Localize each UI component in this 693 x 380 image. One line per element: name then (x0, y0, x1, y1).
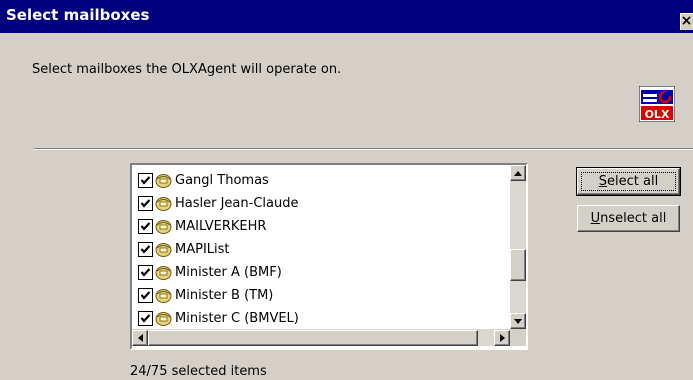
mailbox-checkbox[interactable] (138, 242, 153, 257)
mailbox-label: MAILVERKEHR (175, 219, 267, 234)
mailbox-label: Hasler Jean-Claude (175, 196, 299, 211)
list-item[interactable]: Minister C (BMVEL) (136, 307, 508, 330)
mailbox-list[interactable]: Gangl Thomas Hasler Jean-Claude MAILVERKEH… (130, 163, 528, 350)
mailbox-icon (155, 196, 172, 212)
scroll-down-button[interactable] (510, 313, 526, 329)
list-item[interactable]: Minister B (TM) (136, 284, 508, 307)
mailbox-checkbox[interactable] (138, 311, 153, 326)
mailbox-label: Gangl Thomas (175, 173, 269, 188)
window-title: Select mailboxes (6, 6, 150, 24)
list-item[interactable]: Hasler Jean-Claude (136, 192, 508, 215)
logo-text: OLX (645, 108, 670, 121)
arrow-left-icon (137, 334, 143, 342)
mailbox-label: Minister C (BMVEL) (175, 311, 299, 326)
scroll-right-button[interactable] (494, 330, 510, 346)
mailbox-checkbox[interactable] (138, 196, 153, 211)
mailbox-label: MAPIList (175, 242, 230, 257)
mailbox-label: Minister B (TM) (175, 288, 274, 303)
scrollbar-corner (510, 329, 526, 346)
mailbox-icon (155, 265, 172, 281)
arrow-right-icon (499, 334, 505, 342)
mailbox-icon (155, 242, 172, 258)
mailbox-items: Gangl Thomas Hasler Jean-Claude MAILVERKEH… (136, 169, 508, 330)
mailbox-icon (155, 173, 172, 189)
select-all-button[interactable]: Select all (576, 167, 681, 196)
unselect-all-button[interactable]: Unselect all (577, 205, 680, 232)
close-icon: × (680, 13, 693, 29)
mailbox-icon (155, 288, 172, 304)
horizontal-scrollbar[interactable] (132, 329, 510, 346)
selection-count: 24/75 selected items (130, 364, 267, 379)
arrow-down-icon (514, 318, 522, 324)
olx-logo-icon: OLX (638, 85, 676, 123)
mailbox-icon (155, 311, 172, 327)
unselect-all-label: nselect all (600, 211, 667, 226)
scroll-left-button[interactable] (132, 330, 148, 346)
mailbox-checkbox[interactable] (138, 288, 153, 303)
vertical-scroll-thumb[interactable] (510, 249, 526, 281)
mailbox-checkbox[interactable] (138, 173, 153, 188)
mailbox-icon (155, 219, 172, 235)
select-all-mnemonic: S (598, 174, 608, 189)
list-item[interactable]: Minister A (BMF) (136, 261, 508, 284)
list-item[interactable]: Gangl Thomas (136, 169, 508, 192)
mailbox-label: Minister A (BMF) (175, 265, 282, 280)
mailbox-checkbox[interactable] (138, 265, 153, 280)
mailbox-checkbox[interactable] (138, 219, 153, 234)
list-item[interactable]: MAILVERKEHR (136, 215, 508, 238)
list-item[interactable]: MAPIList (136, 238, 508, 261)
select-all-label: elect all (607, 174, 659, 189)
scroll-up-button[interactable] (510, 165, 526, 181)
separator (34, 148, 693, 150)
prompt-text: Select mailboxes the OLXAgent will opera… (32, 62, 342, 77)
horizontal-scroll-thumb[interactable] (148, 330, 478, 346)
arrow-up-icon (514, 170, 522, 176)
vertical-scrollbar[interactable] (510, 165, 526, 329)
close-button[interactable]: × (680, 13, 693, 30)
unselect-all-mnemonic: U (590, 211, 601, 226)
title-bar: Select mailboxes × (0, 0, 693, 33)
